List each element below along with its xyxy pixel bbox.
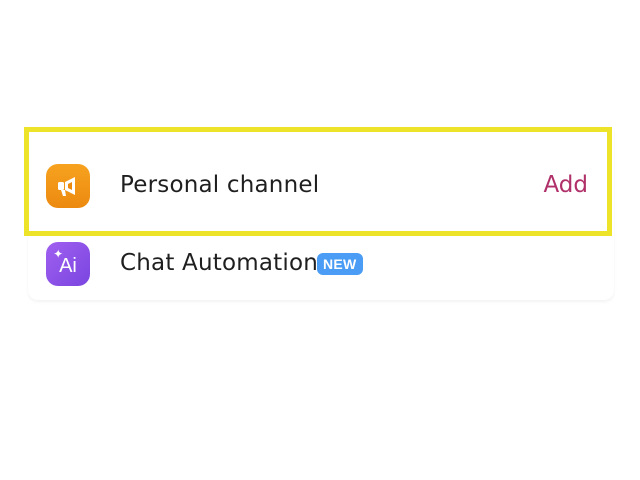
personal-channel-row[interactable]: Personal channel Add <box>28 128 614 244</box>
sparkle-icon: ✦ <box>53 246 64 261</box>
page: Personal channel Add ✦ Ai Chat Automation… <box>0 0 640 480</box>
ai-glyph: ✦ Ai <box>53 246 77 277</box>
megaphone-icon <box>46 164 90 208</box>
chat-automation-row[interactable]: ✦ Ai Chat Automation NEW <box>28 242 614 286</box>
add-personal-channel-button[interactable]: Add <box>543 172 588 198</box>
new-badge: NEW <box>317 253 363 275</box>
personal-channel-label: Personal channel <box>120 172 320 198</box>
settings-card: Personal channel Add ✦ Ai Chat Automation… <box>28 128 614 300</box>
chat-automation-label: Chat Automation <box>120 250 319 276</box>
ai-sparkle-icon: ✦ Ai <box>46 242 90 286</box>
